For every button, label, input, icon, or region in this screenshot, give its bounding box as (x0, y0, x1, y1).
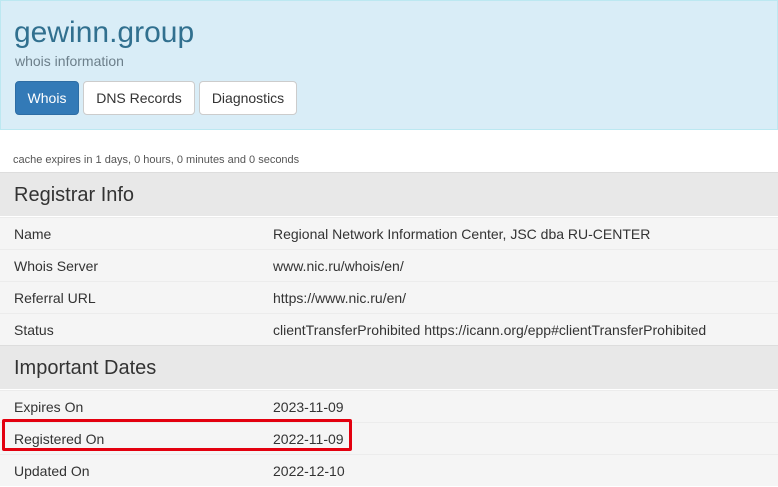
row-label: Expires On (14, 399, 84, 415)
page-header: gewinn.group whois information Whois DNS… (0, 0, 778, 130)
cache-expiry-note: cache expires in 1 days, 0 hours, 0 minu… (13, 154, 300, 166)
tab-whois[interactable]: Whois (15, 81, 79, 115)
table-row: Referral URL https://www.nic.ru/en/ (0, 281, 778, 313)
table-row: Name Regional Network Information Center… (0, 217, 778, 249)
row-label: Registered On (14, 431, 105, 447)
row-value: Regional Network Information Center, JSC… (273, 226, 651, 242)
tab-dns-records[interactable]: DNS Records (83, 81, 195, 115)
section-heading-dates: Important Dates (0, 345, 778, 389)
table-row: Registered On 2022-11-09 (0, 422, 778, 454)
row-value: 2023-11-09 (273, 399, 344, 415)
row-label: Whois Server (14, 258, 99, 274)
section-heading-registrar: Registrar Info (0, 172, 778, 216)
page-subtitle: whois information (15, 53, 124, 69)
row-label: Name (14, 226, 52, 242)
table-row: Updated On 2022-12-10 (0, 454, 778, 486)
row-label: Updated On (14, 463, 90, 479)
row-value: 2022-12-10 (273, 463, 345, 479)
whois-page: gewinn.group whois information Whois DNS… (0, 0, 778, 487)
row-value: 2022-11-09 (273, 431, 344, 447)
table-row: Status clientTransferProhibited https://… (0, 313, 778, 345)
page-title: gewinn.group (14, 16, 195, 49)
tab-diagnostics[interactable]: Diagnostics (199, 81, 297, 115)
row-label: Status (14, 322, 54, 338)
row-value: www.nic.ru/whois/en/ (273, 258, 404, 274)
row-value: clientTransferProhibited https://icann.o… (273, 322, 707, 338)
row-value: https://www.nic.ru/en/ (273, 290, 407, 306)
table-row: Whois Server www.nic.ru/whois/en/ (0, 249, 778, 281)
row-label: Referral URL (14, 290, 96, 306)
table-row: Expires On 2023-11-09 (0, 390, 778, 422)
